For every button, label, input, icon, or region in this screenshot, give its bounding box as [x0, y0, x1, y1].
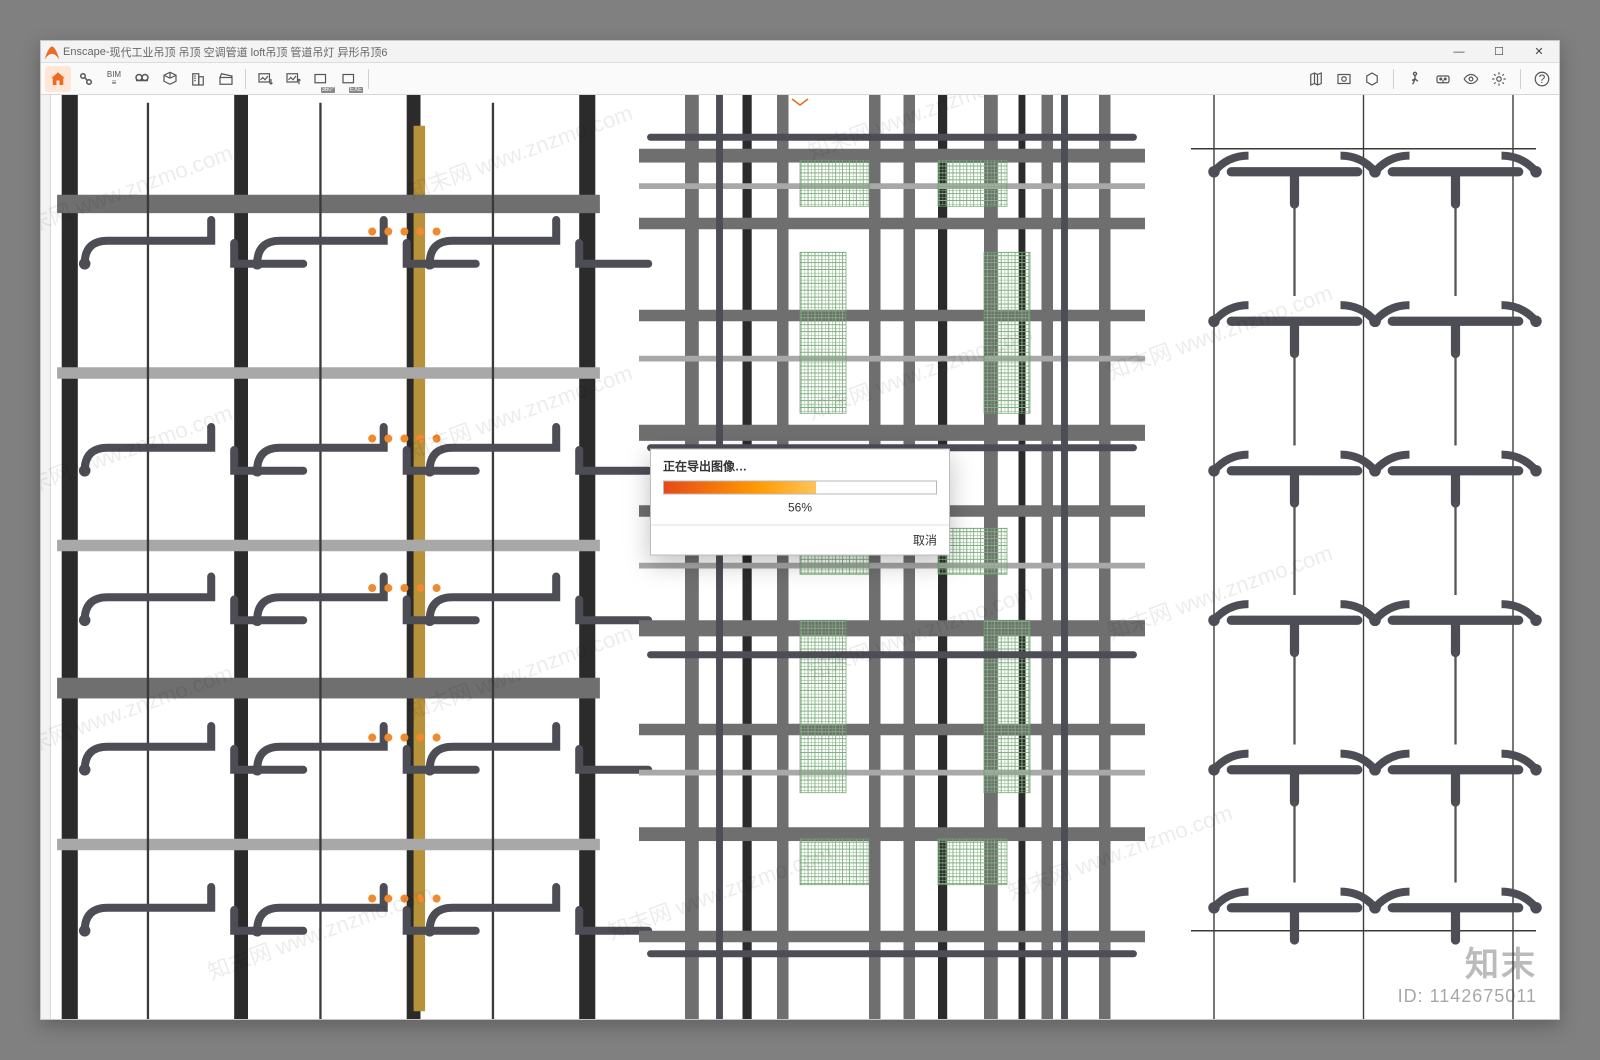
window-close-button[interactable]: ✕	[1519, 41, 1559, 63]
help-button[interactable]: ?	[1529, 66, 1555, 92]
home-button[interactable]	[45, 66, 71, 92]
asset-library-button[interactable]	[1359, 66, 1385, 92]
settings-button[interactable]	[1486, 66, 1512, 92]
cancel-button[interactable]: 取消	[913, 533, 937, 547]
app-name: Enscape	[63, 46, 106, 58]
window-maximize-button[interactable]: ☐	[1479, 41, 1519, 63]
toolbar-separator	[1393, 69, 1394, 89]
dialog-title: 正在导出图像…	[651, 449, 949, 480]
axo-view-button[interactable]	[157, 66, 183, 92]
vr-button[interactable]	[1430, 66, 1456, 92]
toolbar-separator	[245, 69, 246, 89]
search-button[interactable]	[129, 66, 155, 92]
image-import-button[interactable]	[252, 66, 278, 92]
movie-button[interactable]	[213, 66, 239, 92]
progress-fill	[664, 481, 816, 493]
visual-settings-button[interactable]	[1458, 66, 1484, 92]
image-export-button[interactable]	[280, 66, 306, 92]
app-window: Enscape - 现代工业吊顶 吊顶 空调管道 loft吊顶 管道吊灯 异形吊…	[40, 40, 1560, 1020]
export-progress-dialog: 正在导出图像… 56% 取消	[650, 448, 950, 555]
panorama-export-button[interactable]: 360°	[308, 66, 334, 92]
document-title: 现代工业吊顶 吊顶 空调管道 loft吊顶 管道吊灯 异形吊顶6	[109, 44, 387, 60]
help-label: ?	[1539, 72, 1546, 86]
progress-bar	[663, 480, 937, 494]
minimap-button[interactable]	[1303, 66, 1329, 92]
toolbar-separator	[368, 69, 369, 89]
bim-button[interactable]: BIM≡	[101, 66, 127, 92]
screenshot-button[interactable]	[1331, 66, 1357, 92]
scene-render	[41, 95, 1559, 1019]
sync-link-button[interactable]	[73, 66, 99, 92]
walk-mode-button[interactable]	[1402, 66, 1428, 92]
toolbar-separator	[1520, 69, 1521, 89]
toolbar: BIM≡ 360° EXE	[41, 63, 1559, 95]
app-logo-icon	[41, 41, 63, 63]
progress-percent: 56%	[651, 494, 949, 524]
building-button[interactable]	[185, 66, 211, 92]
bim-label: BIM	[107, 70, 121, 79]
exe-tag: EXE	[349, 87, 363, 93]
titlebar: Enscape - 现代工业吊顶 吊顶 空调管道 loft吊顶 管道吊灯 异形吊…	[41, 41, 1559, 63]
pano-tag: 360°	[321, 87, 335, 93]
window-minimize-button[interactable]: —	[1439, 41, 1479, 63]
exe-export-button[interactable]: EXE	[336, 66, 362, 92]
viewport[interactable]: 知末网 www.znzmo.com 知末网 www.znzmo.com 知末网 …	[41, 95, 1559, 1019]
